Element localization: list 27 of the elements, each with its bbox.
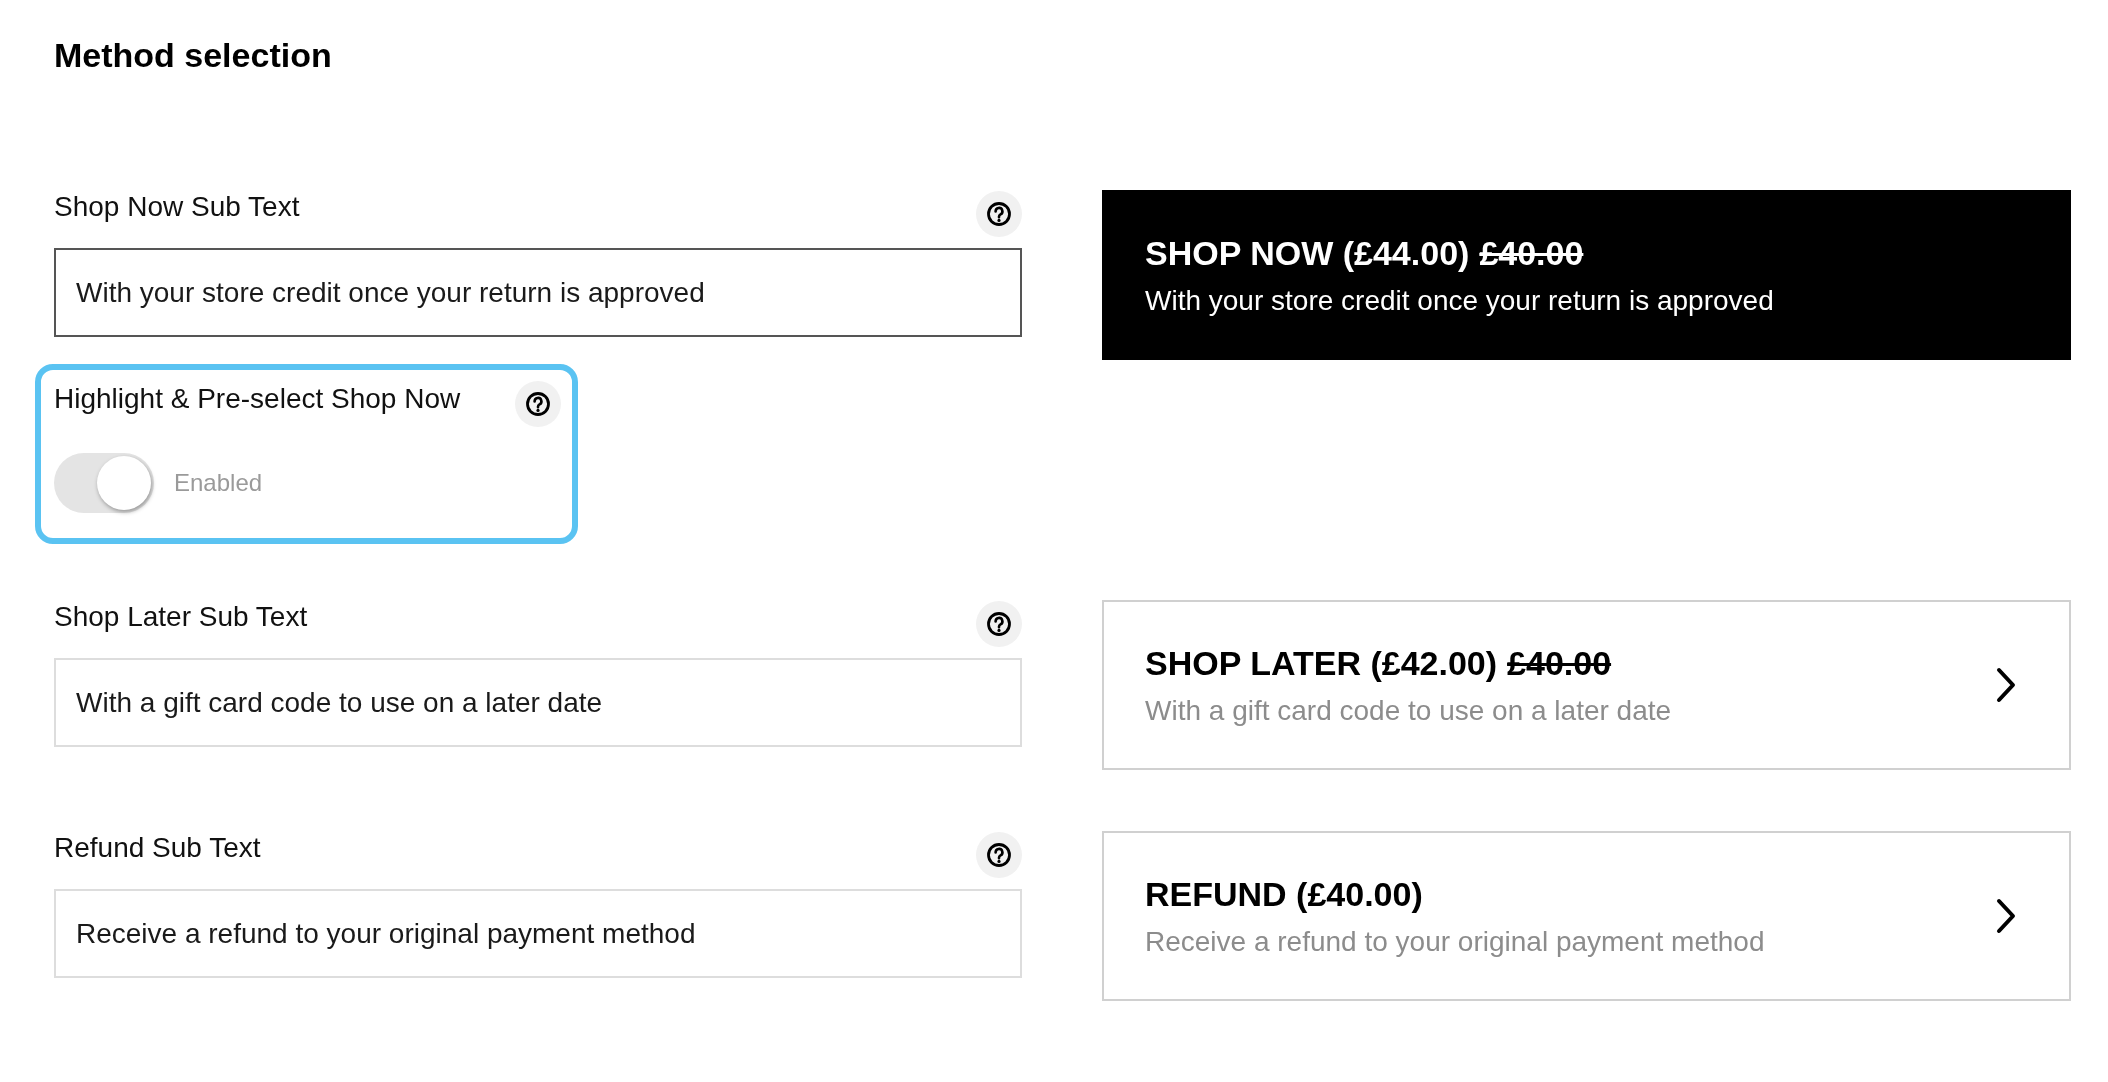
chevron-right-icon [1996, 898, 2016, 934]
toggle-switch[interactable] [54, 453, 154, 513]
toggle-state-label: Enabled [174, 468, 263, 498]
option-title: REFUND (£40.00) [1145, 873, 1423, 915]
option-title: SHOP NOW (£44.00) [1145, 232, 1470, 274]
toggle-label: Highlight & Pre-select Shop Now [54, 382, 461, 416]
field-label: Shop Later Sub Text [54, 600, 308, 634]
option-title: SHOP LATER (£42.00) [1145, 642, 1498, 684]
help-icon[interactable] [976, 601, 1022, 647]
option-subtitle: Receive a refund to your original payment method [1145, 924, 1765, 959]
help-icon[interactable] [976, 191, 1022, 237]
chevron-right-icon [1996, 667, 2016, 703]
text-field[interactable]: Receive a refund to your original payment method [54, 889, 1022, 978]
help-icon[interactable] [976, 832, 1022, 878]
text-field[interactable]: With a gift card code to use on a later date [54, 658, 1022, 747]
text-field[interactable]: With your store credit once your return is approved [54, 248, 1022, 337]
option-card[interactable]: SHOP NOW (£44.00) £40.00 With your store credit once your return is approved [1102, 190, 2071, 360]
option-card[interactable]: SHOP LATER (£42.00) £40.00 With a gift card code to use on a later date [1102, 600, 2071, 770]
field-label: Shop Now Sub Text [54, 190, 300, 224]
option-subtitle: With your store credit once your return is approved [1145, 283, 1774, 318]
field-label: Refund Sub Text [54, 831, 261, 865]
original-price: £40.00 [1479, 232, 1584, 274]
section-heading: Method selection [54, 35, 332, 75]
help-icon[interactable] [515, 381, 561, 427]
option-subtitle: With a gift card code to use on a later date [1145, 693, 1672, 728]
option-card[interactable]: REFUND (£40.00) Receive a refund to your original payment method [1102, 831, 2071, 1001]
original-price: £40.00 [1507, 642, 1612, 684]
